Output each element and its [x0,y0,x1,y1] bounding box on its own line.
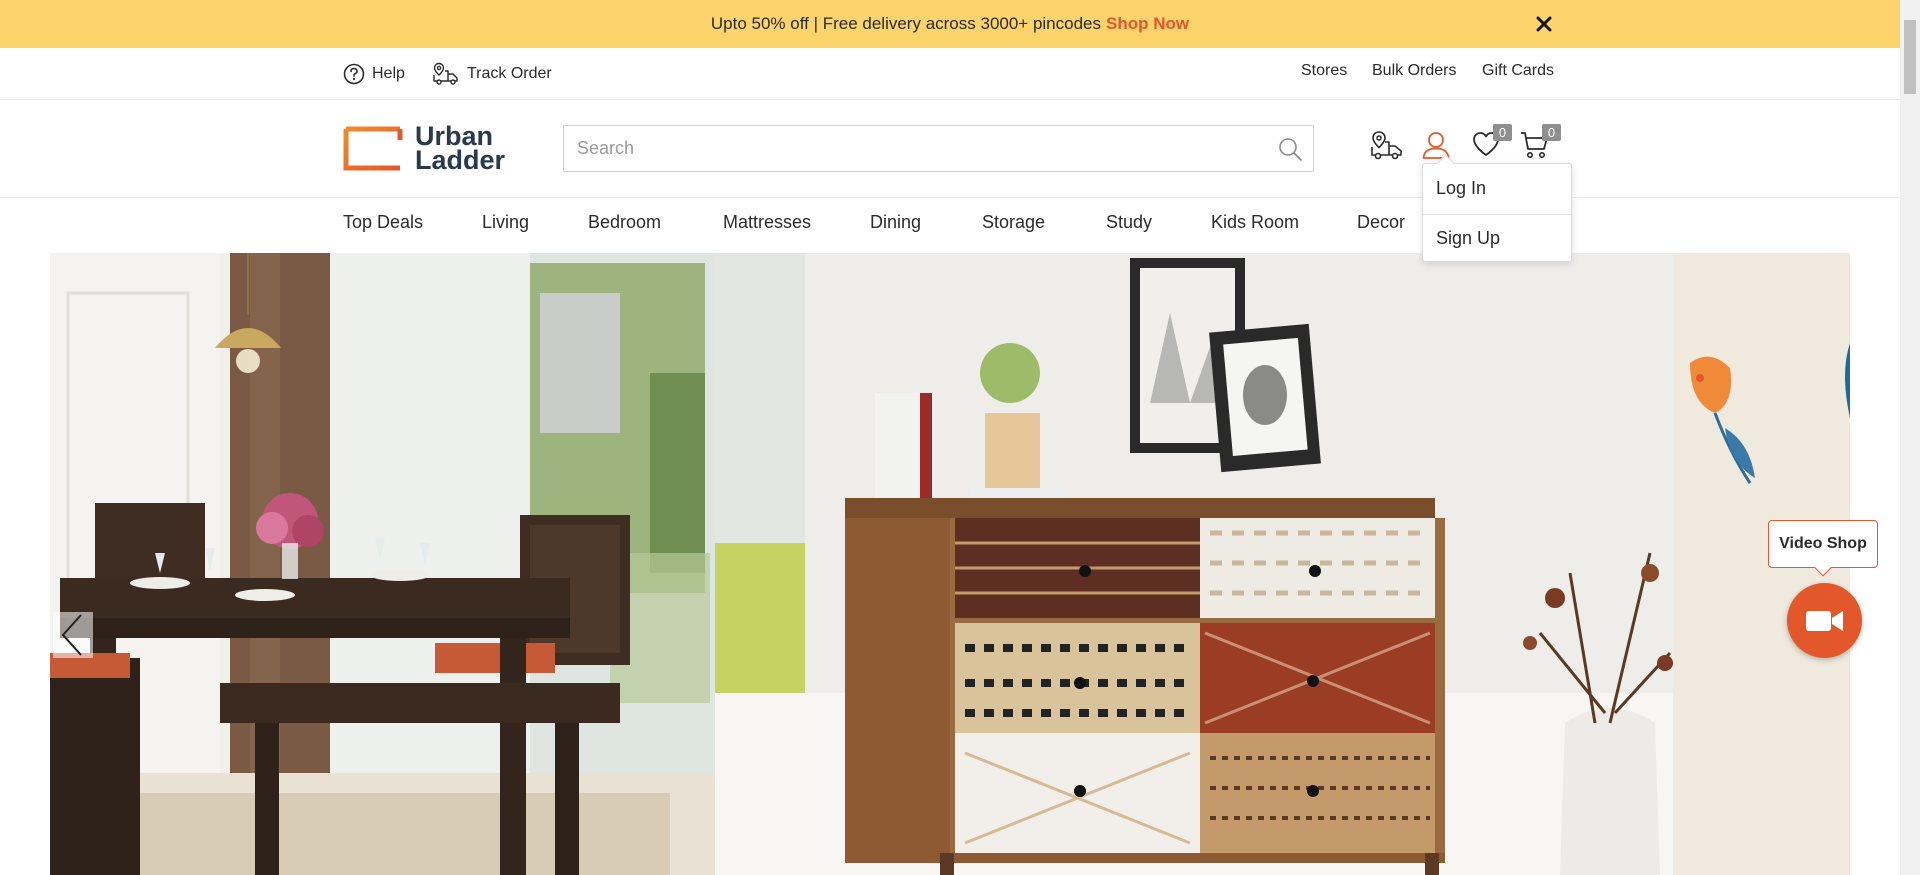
truck-location-icon [433,62,458,85]
nav-item-kids-room[interactable]: Kids Room [1211,212,1299,233]
login-link[interactable]: Log In [1436,178,1486,199]
help-link[interactable]: Help [343,60,405,88]
utility-bar: Help Track Order Stores Bulk Orders Gift… [0,48,1900,100]
track-order-label: Track Order [467,65,552,82]
help-icon [343,63,365,85]
signup-link[interactable]: Sign Up [1436,228,1500,249]
store-locator-icon[interactable] [1370,130,1404,167]
search-icon[interactable] [1277,136,1303,167]
help-label: Help [372,65,405,82]
track-order-link[interactable]: Track Order [432,60,552,88]
logo-mark-icon [343,126,403,170]
category-nav: Top Deals Living Bedroom Mattresses Dini… [0,198,1900,253]
nav-item-bedroom[interactable]: Bedroom [588,212,661,233]
hero-banner-carousel[interactable] [50,253,1850,875]
urban-ladder-logo[interactable]: Urban Ladder [343,123,506,175]
nav-item-storage[interactable]: Storage [982,212,1045,233]
scrollbar-thumb[interactable] [1904,20,1916,94]
nav-item-decor[interactable]: Decor [1357,212,1405,233]
nav-item-study[interactable]: Study [1106,212,1152,233]
promo-text: Upto 50% off | Free delivery across 3000… [710,14,1102,33]
search-box [563,125,1314,172]
carousel-prev-button[interactable] [53,612,93,658]
video-shop-button[interactable] [1787,583,1862,658]
bulk-orders-link[interactable]: Bulk Orders [1372,62,1456,80]
page-scrollbar[interactable] [1900,0,1920,875]
dropdown-divider [1423,214,1571,215]
wishlist-count-badge: 0 [1493,124,1512,141]
search-input[interactable] [564,126,1244,170]
logo-wordmark: Urban Ladder [415,123,506,175]
shop-now-link[interactable]: Shop Now [1106,14,1189,34]
nav-item-dining[interactable]: Dining [870,212,921,233]
hero-banner-image [50,253,1850,875]
logo-line-2: Ladder [415,145,506,175]
stores-link[interactable]: Stores [1301,62,1347,80]
nav-item-living[interactable]: Living [482,212,529,233]
account-dropdown: Log In Sign Up [1422,163,1572,262]
main-header: Urban Ladder 0 [0,100,1900,198]
cart-count-badge: 0 [1542,124,1561,141]
gift-cards-link[interactable]: Gift Cards [1482,62,1554,80]
chevron-left-icon [61,614,82,656]
video-shop-label[interactable]: Video Shop [1768,520,1878,568]
nav-item-top-deals[interactable]: Top Deals [343,212,423,233]
nav-item-mattresses[interactable]: Mattresses [723,212,811,233]
close-banner-icon[interactable] [1532,12,1556,36]
video-camera-icon [1806,611,1843,631]
promo-banner: Upto 50% off | Free delivery across 3000… [0,0,1900,48]
